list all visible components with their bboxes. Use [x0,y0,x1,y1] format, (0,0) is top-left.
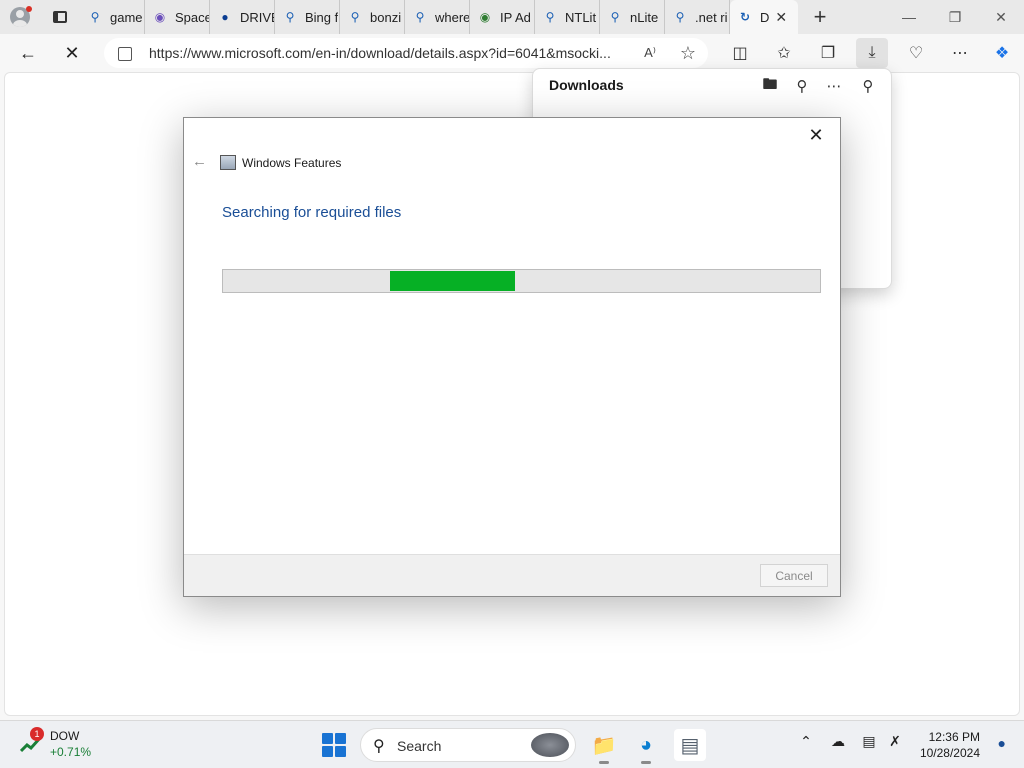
new-tab-button[interactable]: + [798,0,842,34]
search-icon: ⚲ [350,10,360,24]
settings-more-button[interactable]: ⋯ [944,38,976,68]
site-info-icon[interactable] [118,47,132,61]
tab-actions-icon [53,11,67,23]
tab-label: IP Ad [500,9,531,25]
restore-button[interactable]: ❐ [932,0,978,34]
search-icon: ⚲ [545,10,555,24]
search-icon: ⚲ [675,10,685,24]
dialog-title: Windows Features [242,156,342,170]
pin-icon[interactable]: ⚲ [857,75,879,97]
open-folder-icon[interactable]: 🖿 [759,75,781,97]
search-icon: ⚲ [415,10,425,24]
browser-essentials-button[interactable]: ♡ [900,38,932,68]
tab-label: NTLit [565,9,597,25]
address-bar[interactable]: https://www.microsoft.com/en-in/download… [104,38,708,68]
windows-features-dialog: ✕ ← Windows Features Searching for requi… [183,117,841,597]
globe-icon: ◉ [479,10,491,24]
tab-ip-address[interactable]: ◉ IP Ad [470,0,535,34]
more-options-icon[interactable]: ⋯ [823,75,845,97]
notification-badge: 1 [30,727,44,741]
tab-label: where [435,9,469,25]
start-logo-pane [335,746,346,757]
progress-fill [390,271,515,291]
split-screen-button[interactable]: ◫ [724,38,756,68]
start-logo-pane [322,746,333,757]
back-arrow-icon[interactable]: ← [192,153,207,170]
start-logo-pane [322,733,333,744]
tab-label: Space [175,9,209,25]
tab-close-icon[interactable]: ✕ [775,9,787,26]
tab-label: Bing f [305,9,339,25]
copilot-icon[interactable]: ❖ [986,38,1018,68]
favorites-button[interactable]: ✩ [768,38,800,68]
tab-label: D [760,9,770,25]
clock[interactable]: 12:36 PM 10/28/2024 [920,729,980,761]
read-aloud-icon[interactable]: A⁾ [644,45,656,61]
downloads-title: Downloads [549,77,624,93]
profile-notification-dot [26,6,32,12]
search-downloads-icon[interactable]: ⚲ [791,75,813,97]
dialog-footer: Cancel [184,554,840,596]
drive-icon: ● [221,10,229,24]
network-icon[interactable]: ▤ [858,733,880,750]
search-icon: ⚲ [610,10,620,24]
onedrive-icon[interactable]: ☁ [827,733,849,750]
stock-name: DOW [50,729,80,743]
tab-label: .net ri [695,9,728,25]
search-placeholder: Search [397,738,442,754]
tab-game[interactable]: ⚲ game [80,0,145,34]
tab-strip: ⚲ game ◉ Space ● DRIVE ⚲ Bing f ⚲ bonzi … [0,0,1024,34]
status-heading: Searching for required files [222,204,402,221]
taskbar-search[interactable]: ⚲ Search [360,728,576,762]
favorite-star-icon[interactable]: ☆ [680,43,696,64]
dialog-close-button[interactable]: ✕ [802,122,830,148]
collections-button[interactable]: ❐ [812,38,844,68]
taskbar: 1 DOW +0.71% ⚲ Search 📁 ◕ ▤ ⌃ ☁ ▤ ✗ 12:3… [0,720,1024,768]
tab-drive[interactable]: ● DRIVE [210,0,275,34]
progress-bar [222,269,821,293]
show-hidden-icons-chevron-icon[interactable]: ⌃ [795,733,817,750]
profile-button[interactable] [0,0,40,34]
stock-widget[interactable]: 1 DOW +0.71% [18,727,108,763]
tab-ntlite[interactable]: ⚲ NTLit [535,0,600,34]
tab-nlite[interactable]: ⚲ nLite [600,0,665,34]
clock-date: 10/28/2024 [919,746,980,760]
search-icon: ⚲ [373,738,385,755]
space-icon: ◉ [154,10,166,24]
stock-change: +0.71% [50,745,92,759]
clock-time: 12:36 PM [928,730,980,744]
tab-space[interactable]: ◉ Space [145,0,210,34]
file-explorer-icon[interactable]: 📁 [588,729,620,764]
tab-label: bonzi [370,9,402,25]
search-icon: ⚲ [285,10,295,24]
volume-muted-icon[interactable]: ✗ [884,733,906,750]
stop-loading-button[interactable]: ✕ [56,38,88,68]
tab-label: nLite [630,9,659,25]
url-text[interactable]: https://www.microsoft.com/en-in/download… [149,45,621,61]
search-highlight-image [531,733,569,757]
tab-bing[interactable]: ⚲ Bing f [275,0,340,34]
tab-net-runtime[interactable]: ⚲ .net ri [665,0,730,34]
tab-bonzi[interactable]: ⚲ bonzi [340,0,405,34]
search-icon: ⚲ [90,10,100,24]
tab-where[interactable]: ⚲ where [405,0,470,34]
tab-label: DRIVE [240,9,274,25]
tab-label: game [110,9,143,25]
tab-active-download[interactable]: ↻ D ✕ [730,0,798,34]
minimize-button[interactable]: — [886,0,932,34]
downloads-button[interactable]: ⤓ [856,38,888,68]
start-logo-pane [335,733,346,744]
tab-actions-button[interactable] [40,0,80,34]
windows-features-icon [220,155,236,170]
notification-bell-icon[interactable]: ● [998,735,1006,751]
windows-features-taskbar-icon[interactable]: ▤ [674,729,706,761]
navigation-bar: ← ✕ https://www.microsoft.com/en-in/down… [0,34,1024,72]
edge-browser-icon[interactable]: ◕ [630,729,662,764]
loading-icon: ↻ [739,10,751,24]
start-button[interactable] [322,733,346,757]
close-window-button[interactable]: ✕ [978,0,1024,34]
cancel-button[interactable]: Cancel [760,564,828,587]
back-button[interactable]: ← [12,38,44,68]
